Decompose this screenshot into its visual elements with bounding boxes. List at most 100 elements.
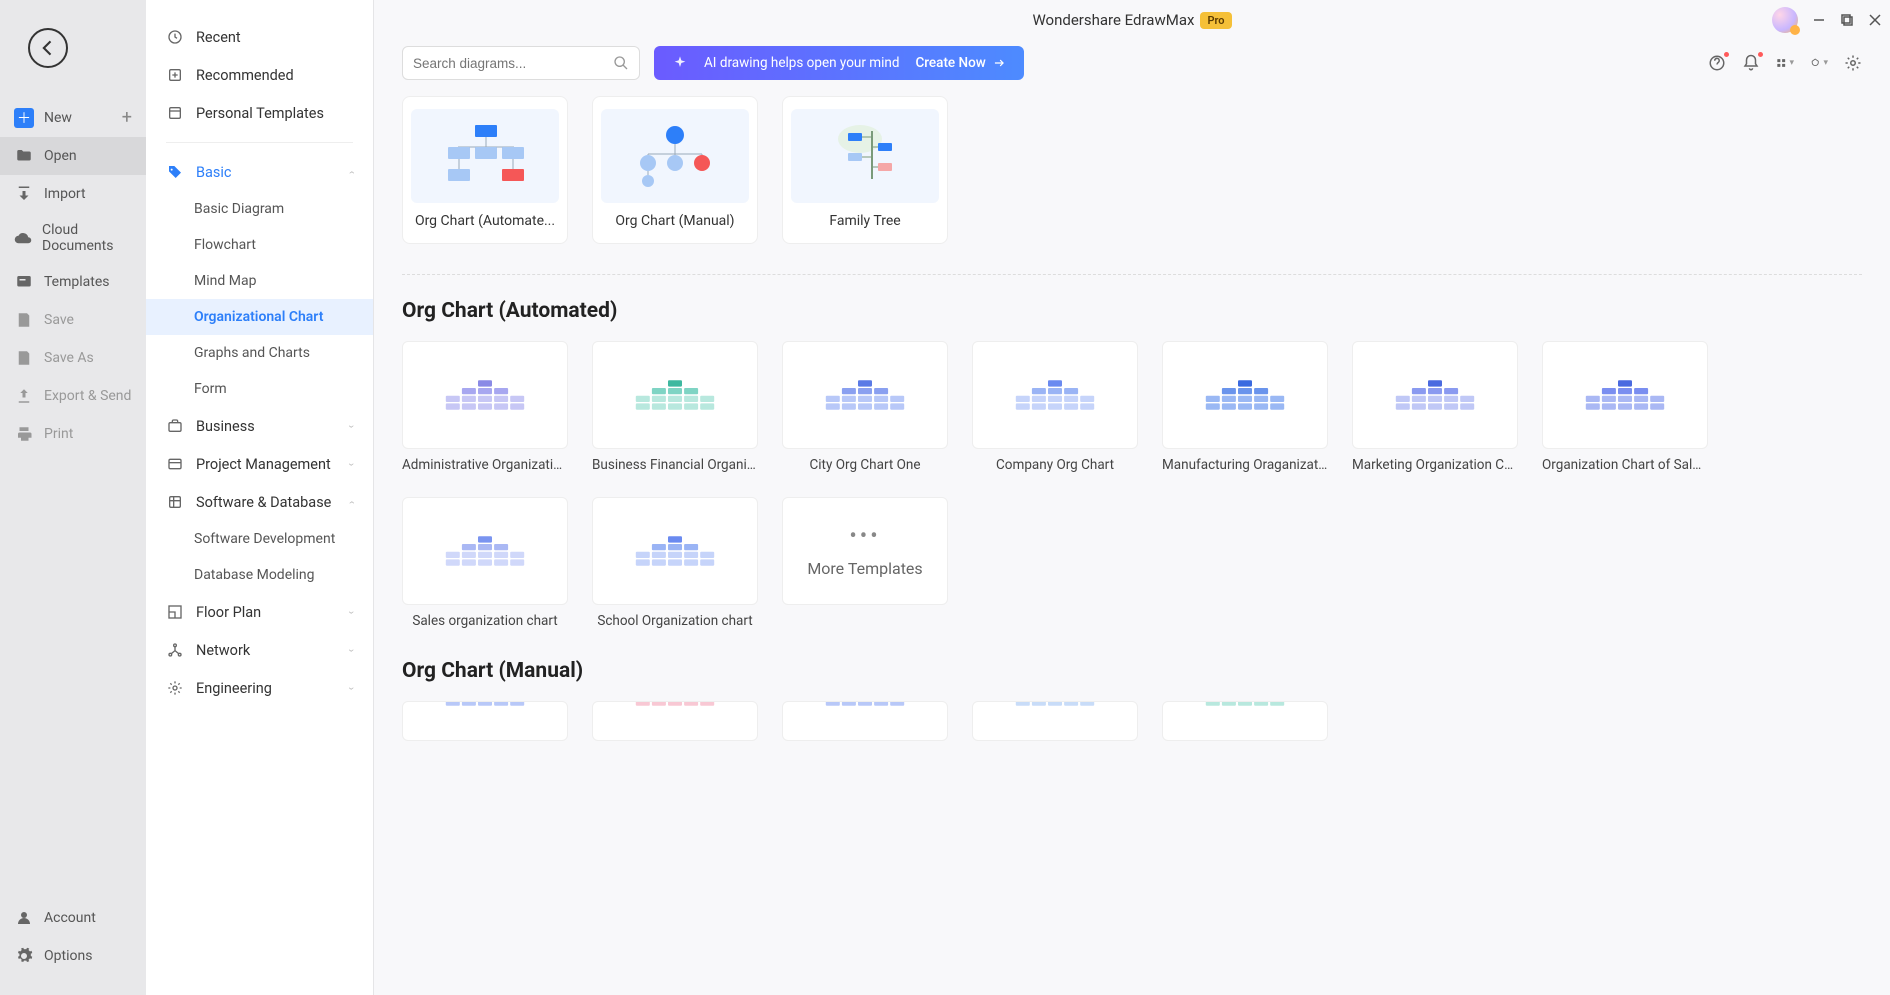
sidebar-label: Export & Send [44, 388, 131, 404]
category-basic-graphs[interactable]: Graphs and Charts [146, 335, 373, 371]
category-basic-form[interactable]: Form [146, 371, 373, 407]
saveas-icon [14, 348, 34, 368]
save-icon [14, 310, 34, 330]
template-card[interactable] [402, 701, 568, 741]
sidebar-label: Cloud Documents [42, 222, 132, 254]
plus-icon: ＋ [14, 108, 34, 128]
category-basic-flowchart[interactable]: Flowchart [146, 227, 373, 263]
template-grid-manual [402, 701, 1862, 741]
print-icon [14, 424, 34, 444]
search-input[interactable] [413, 56, 613, 71]
ai-banner-text: AI drawing helps open your mind [704, 55, 899, 71]
category-project[interactable]: Project Management › [146, 445, 373, 483]
more-templates-thumb: ••• More Templates [782, 497, 948, 605]
briefcase-icon [166, 417, 184, 435]
sidebar-item-saveas[interactable]: Save As [0, 339, 146, 377]
category-label: Basic [196, 164, 232, 181]
more-templates-card[interactable]: ••• More Templates [782, 497, 948, 629]
template-card[interactable]: Manufacturing Oraganizati... [1162, 341, 1328, 473]
ai-create-button[interactable]: Create Now [915, 55, 1005, 71]
import-icon [14, 184, 34, 204]
category-software-dev[interactable]: Software Development [146, 521, 373, 557]
pro-badge: Pro [1200, 12, 1231, 29]
help-icon[interactable] [1708, 54, 1726, 72]
sidebar-label: Account [44, 910, 96, 926]
chevron-right-icon: › [345, 686, 358, 689]
template-label: Family Tree [783, 213, 947, 229]
sidebar-item-export[interactable]: Export & Send [0, 377, 146, 415]
search-input-wrapper[interactable] [402, 46, 640, 80]
maximize-button[interactable] [1840, 13, 1854, 27]
app-title: Wondershare EdrawMax [1032, 11, 1194, 29]
template-card-family-tree[interactable]: Family Tree [782, 96, 948, 244]
chevron-right-icon: › [345, 648, 358, 651]
category-business[interactable]: Business › [146, 407, 373, 445]
star-icon [166, 66, 184, 84]
category-label: Recent [196, 29, 241, 46]
sidebar-item-import[interactable]: Import [0, 175, 146, 213]
settings-icon[interactable] [1844, 54, 1862, 72]
export-icon [14, 386, 34, 406]
template-thumb [402, 701, 568, 741]
close-button[interactable] [1868, 13, 1882, 27]
template-card[interactable]: Marketing Organization Ch... [1352, 341, 1518, 473]
template-card[interactable]: Organization Chart of Sale... [1542, 341, 1708, 473]
add-icon[interactable]: + [122, 107, 132, 128]
category-label: Personal Templates [196, 105, 324, 122]
back-button[interactable] [28, 28, 68, 68]
template-card-org-manual[interactable]: Org Chart (Manual) [592, 96, 758, 244]
theme-icon[interactable] [1810, 54, 1828, 72]
template-thumb [791, 109, 939, 203]
template-card[interactable]: City Org Chart One [782, 341, 948, 473]
minimize-button[interactable] [1812, 13, 1826, 27]
sidebar-label: Templates [44, 274, 110, 290]
category-recent[interactable]: Recent [146, 18, 373, 56]
bell-icon[interactable] [1742, 54, 1760, 72]
category-personal[interactable]: Personal Templates [146, 94, 373, 132]
category-software-db[interactable]: Database Modeling [146, 557, 373, 593]
category-basic-mindmap[interactable]: Mind Map [146, 263, 373, 299]
template-thumb [592, 701, 758, 741]
category-engineering[interactable]: Engineering › [146, 669, 373, 707]
template-card[interactable]: Business Financial Organiz... [592, 341, 758, 473]
template-card[interactable] [1162, 701, 1328, 741]
category-basic-diagram[interactable]: Basic Diagram [146, 191, 373, 227]
template-label: City Org Chart One [782, 457, 948, 473]
template-card-org-auto[interactable]: Org Chart (Automate... [402, 96, 568, 244]
template-card[interactable]: Sales organization chart [402, 497, 568, 629]
chevron-right-icon: › [345, 424, 358, 427]
template-label: Marketing Organization Ch... [1352, 457, 1518, 473]
sidebar-item-save[interactable]: Save [0, 301, 146, 339]
template-card[interactable] [782, 701, 948, 741]
sidebar-item-templates[interactable]: Templates [0, 263, 146, 301]
category-recommended[interactable]: Recommended [146, 56, 373, 94]
template-card[interactable] [972, 701, 1138, 741]
template-card[interactable]: Company Org Chart [972, 341, 1138, 473]
sidebar-item-options[interactable]: Options [0, 937, 146, 975]
category-network[interactable]: Network › [146, 631, 373, 669]
ai-banner[interactable]: AI drawing helps open your mind Create N… [654, 46, 1024, 80]
template-thumb [402, 497, 568, 605]
apps-icon[interactable] [1776, 54, 1794, 72]
sidebar-item-new[interactable]: ＋ New + [0, 98, 146, 137]
search-icon[interactable] [613, 55, 629, 71]
sidebar-item-account[interactable]: Account [0, 899, 146, 937]
category-software[interactable]: Software & Database › [146, 483, 373, 521]
clock-icon [166, 28, 184, 46]
avatar[interactable] [1772, 7, 1798, 33]
sidebar-label: Import [44, 186, 86, 202]
template-card[interactable] [592, 701, 758, 741]
category-floor[interactable]: Floor Plan › [146, 593, 373, 631]
sidebar-item-open[interactable]: Open [0, 137, 146, 175]
category-basic[interactable]: Basic › [146, 153, 373, 191]
sidebar-item-print[interactable]: Print [0, 415, 146, 453]
content-scroll[interactable]: Org Chart (Automate... Org Chart (Manual… [374, 96, 1890, 995]
template-card[interactable]: Administrative Organizatio... [402, 341, 568, 473]
ellipsis-icon: ••• [849, 524, 880, 549]
template-icon [166, 104, 184, 122]
category-label: Business [196, 418, 255, 435]
template-card[interactable]: School Organization chart [592, 497, 758, 629]
more-templates-label: More Templates [807, 559, 922, 578]
category-basic-orgchart[interactable]: Organizational Chart [146, 299, 373, 335]
sidebar-item-cloud[interactable]: Cloud Documents [0, 213, 146, 263]
